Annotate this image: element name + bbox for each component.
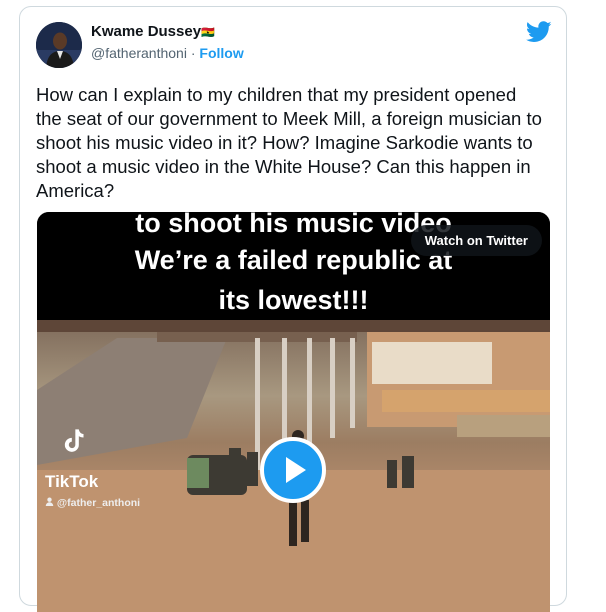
author-name-text[interactable]: Kwame Dussey <box>91 23 201 40</box>
avatar[interactable] <box>36 22 82 68</box>
flag-emoji: 🇬🇭 <box>201 27 215 39</box>
handle-separator: · <box>186 45 200 61</box>
tweet-text: How can I explain to my children that my… <box>36 84 542 201</box>
follow-button[interactable]: Follow <box>199 45 243 61</box>
video-caption-line-3: its lowest!!! <box>218 285 369 315</box>
tweet-card: Kwame Dussey🇬🇭 @fatheranthoni · Follow H… <box>19 6 567 612</box>
tiktok-username: @father_anthoni <box>56 497 141 509</box>
user-icon <box>45 497 54 506</box>
author-handle[interactable]: @fatheranthoni <box>91 45 187 61</box>
twitter-bird-icon[interactable] <box>526 21 552 43</box>
author-handle-row: @fatheranthoni · Follow <box>91 45 244 61</box>
tiktok-watermark-user: @father_anthoni <box>45 497 140 509</box>
tiktok-watermark: TikTok <box>45 472 99 491</box>
watch-on-twitter-button[interactable]: Watch on Twitter <box>410 225 542 256</box>
tiktok-icon <box>64 429 84 452</box>
author-name[interactable]: Kwame Dussey🇬🇭 <box>91 23 215 40</box>
play-icon <box>286 457 306 483</box>
video-player[interactable]: to shoot his music video We’re a failed … <box>37 212 550 612</box>
play-button[interactable] <box>260 437 326 503</box>
